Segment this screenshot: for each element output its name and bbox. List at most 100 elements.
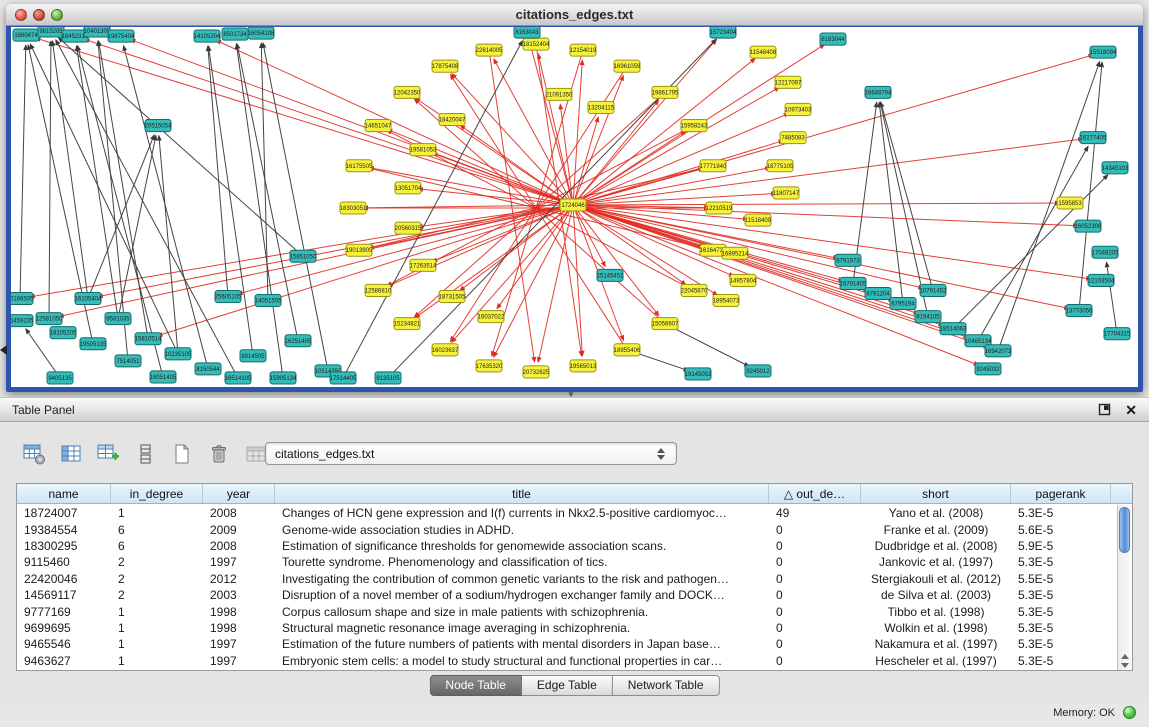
citation-edge-black[interactable] — [343, 41, 522, 378]
window-titlebar[interactable]: citations_edges.txt — [6, 4, 1143, 26]
citation-edge-red[interactable] — [573, 205, 979, 365]
table-row[interactable]: 977716911998Corpus callosum shape and si… — [17, 603, 1117, 619]
citation-edge-black[interactable] — [261, 43, 268, 300]
table-row[interactable]: 1456911722003Disruption of a novel membe… — [17, 587, 1117, 603]
minimize-window-button[interactable] — [33, 9, 45, 21]
table-row[interactable]: 946362711997Embryonic stem cells: a mode… — [17, 653, 1117, 669]
citation-edge-black[interactable] — [665, 324, 749, 367]
column-header-pagerank[interactable]: pagerank — [1011, 484, 1111, 503]
citation-edge-red[interactable] — [573, 205, 718, 295]
select-columns-icon[interactable] — [57, 440, 85, 468]
table-cell: 9463627 — [17, 654, 111, 668]
column-header-title[interactable]: title — [275, 484, 769, 503]
table-row[interactable]: 1938455462009Genome-wide association stu… — [17, 521, 1117, 537]
left-collapse-handle[interactable] — [0, 345, 7, 355]
citation-edge-black[interactable] — [124, 46, 208, 369]
new-table-icon[interactable] — [168, 440, 196, 468]
citation-edge-red[interactable] — [573, 205, 1069, 309]
zoom-window-button[interactable] — [51, 9, 63, 21]
column-header-name[interactable]: name — [17, 484, 111, 503]
graph-node-label: 10235105 — [165, 352, 192, 358]
citation-edge-black[interactable] — [1079, 62, 1102, 310]
vertical-scrollbar[interactable] — [1117, 505, 1132, 670]
citation-edge-black[interactable] — [118, 135, 156, 318]
graph-node-label: 14957804 — [730, 278, 757, 284]
citation-edge-red[interactable] — [414, 99, 665, 324]
graph-node-label: 13204115 — [588, 105, 615, 111]
column-header-out-degree[interactable]: △ out_de… — [769, 484, 861, 503]
citation-edge-red[interactable] — [573, 55, 1093, 205]
table-cell: 0 — [769, 539, 861, 553]
citation-edge-black[interactable] — [58, 38, 303, 257]
citation-edge-black[interactable] — [30, 44, 178, 354]
scroll-up-icon[interactable] — [1121, 654, 1129, 659]
graph-node-label: 9135105 — [376, 376, 400, 382]
citation-edge-black[interactable] — [1106, 262, 1117, 334]
table-row[interactable]: 911546021997Tourette syndrome. Phenomeno… — [17, 554, 1117, 570]
graph-node-label: 19013905 — [346, 248, 373, 254]
graph-node-label: 12586810 — [365, 288, 392, 294]
table-cell: 2 — [111, 588, 203, 602]
citation-edge-red[interactable] — [158, 205, 573, 336]
graph-node-label: 20732625 — [523, 370, 550, 376]
table-row[interactable]: 1872400712008Changes of HCN gene express… — [17, 505, 1117, 521]
citation-edge-black[interactable] — [879, 102, 903, 303]
delete-table-icon[interactable] — [205, 440, 233, 468]
table-panel-body: f(x) citations_edges.txt name in_degree … — [0, 423, 1149, 703]
table-row[interactable]: 946554611997Estimation of the future num… — [17, 636, 1117, 652]
table-row[interactable]: 969969511998Structural magnetic resonanc… — [17, 620, 1117, 636]
column-header-year[interactable]: year — [203, 484, 275, 503]
citation-edge-red[interactable] — [460, 125, 573, 205]
scroll-down-icon[interactable] — [1121, 663, 1129, 668]
tab-edge-table[interactable]: Edge Table — [522, 675, 613, 696]
citation-edge-red[interactable] — [387, 205, 573, 286]
table-cell: 5.5E-5 — [1011, 572, 1111, 586]
citation-edge-red[interactable] — [573, 205, 989, 348]
citation-edge-black[interactable] — [52, 41, 88, 299]
citation-edge-red[interactable] — [573, 58, 755, 205]
citation-edge-black[interactable] — [881, 102, 933, 290]
citation-edge-black[interactable] — [56, 40, 238, 378]
citation-edge-black[interactable] — [208, 46, 228, 296]
network-canvas[interactable]: 1724046181524041215401916961059198617951… — [11, 27, 1138, 387]
row-format-icon[interactable] — [131, 440, 159, 468]
node-table: name in_degree year title △ out_de… shor… — [16, 483, 1133, 671]
table-row[interactable]: 1830029562008Estimation of significance … — [17, 538, 1117, 554]
citation-edge-red[interactable] — [415, 98, 573, 205]
float-panel-icon[interactable] — [1098, 403, 1111, 416]
table-cell: 9777169 — [17, 605, 111, 619]
citation-edge-red[interactable] — [36, 38, 573, 205]
tab-node-table[interactable]: Node Table — [429, 675, 522, 696]
close-panel-icon[interactable]: ✕ — [1125, 403, 1137, 417]
citation-edge-black[interactable] — [88, 135, 154, 299]
graph-node-label: 12154019 — [570, 48, 597, 54]
table-cell: 18300295 — [17, 539, 111, 553]
citation-edge-black[interactable] — [20, 45, 26, 298]
citation-edge-black[interactable] — [263, 43, 328, 371]
citation-edge-black[interactable] — [208, 46, 253, 356]
citation-edge-black[interactable] — [49, 41, 51, 319]
graph-node-label: 7485083 — [781, 136, 805, 142]
citation-edge-red[interactable] — [130, 40, 573, 205]
table-cell: Changes of HCN gene expression and I(f) … — [275, 506, 769, 520]
citation-edge-black[interactable] — [78, 46, 163, 377]
citation-edge-black[interactable] — [77, 46, 118, 319]
add-column-icon[interactable] — [94, 440, 122, 468]
table-source-dropdown[interactable]: citations_edges.txt — [265, 442, 677, 465]
graph-node-label: 22614005 — [476, 48, 503, 54]
scrollbar-thumb[interactable] — [1119, 507, 1130, 553]
table-cell: 9465546 — [17, 637, 111, 651]
citation-network-graph[interactable]: 1724046181524041215401916961059198617951… — [11, 27, 1138, 387]
citation-edge-red[interactable] — [216, 40, 573, 205]
close-window-button[interactable] — [15, 9, 27, 21]
graph-node-label: 16175505 — [346, 164, 373, 170]
table-row[interactable]: 2242004622012Investigating the contribut… — [17, 571, 1117, 587]
citation-edge-red[interactable] — [573, 203, 1060, 205]
table-cell: 2009 — [203, 523, 275, 537]
column-header-in-degree[interactable]: in_degree — [111, 484, 203, 503]
column-header-short[interactable]: short — [861, 484, 1011, 503]
graph-node-label: 16942073 — [985, 349, 1012, 355]
table-cell: de Silva et al. (2003) — [861, 588, 1011, 602]
table-mode-icon[interactable] — [20, 440, 48, 468]
tab-network-table[interactable]: Network Table — [613, 675, 720, 696]
